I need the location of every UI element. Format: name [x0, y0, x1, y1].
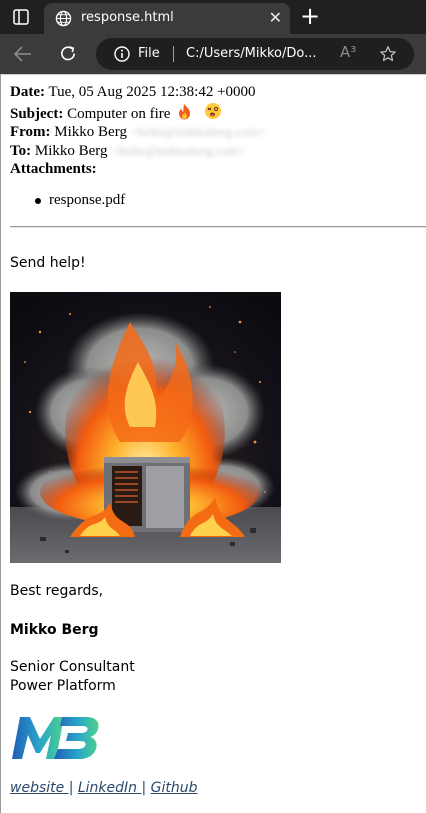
- attachments-row: Attachments:: [10, 160, 265, 179]
- bullet-icon: [35, 198, 41, 204]
- to-label: To:: [10, 142, 32, 159]
- subject-label: Subject:: [10, 105, 64, 122]
- attachment-name[interactable]: response.pdf: [49, 192, 125, 208]
- subject-value: Computer on fire: [67, 105, 171, 122]
- website-link[interactable]: website: [10, 780, 69, 796]
- link-separator: |: [141, 780, 147, 796]
- from-label: From:: [10, 124, 51, 140]
- from-email-redacted: <hello@mikkoberg.com>: [130, 124, 266, 139]
- burning-computer-image: [10, 292, 281, 563]
- url-text[interactable]: C:/Users/Mikko/Do...: [186, 46, 317, 61]
- fire-emoji: [179, 103, 191, 119]
- header-divider: [10, 226, 426, 228]
- date-row: Date: Tue, 05 Aug 2025 12:38:42 +0000: [10, 83, 265, 102]
- email-page: Date: Tue, 05 Aug 2025 12:38:42 +0000 Su…: [0, 74, 426, 813]
- tab-title: response.html: [81, 10, 174, 25]
- globe-icon: [55, 10, 72, 27]
- tab-actions-icon[interactable]: [13, 9, 29, 25]
- to-name: Mikko Berg: [34, 142, 108, 159]
- omnibox-separator: [173, 46, 174, 62]
- info-icon[interactable]: [114, 46, 130, 62]
- attachment-item[interactable]: response.pdf: [35, 192, 125, 209]
- signature-title: Senior Consultant: [10, 659, 135, 675]
- tab-response-html[interactable]: response.html ✕: [44, 3, 290, 34]
- linkedin-link[interactable]: LinkedIn: [78, 780, 142, 796]
- new-tab-button[interactable]: +: [300, 3, 320, 29]
- url-field[interactable]: File C:/Users/Mikko/Do... A³: [96, 38, 414, 70]
- attachment-list: response.pdf: [35, 192, 125, 209]
- from-row: From: Mikko Berg <hello@mikkoberg.com>: [10, 123, 265, 142]
- read-aloud-icon[interactable]: A³: [340, 43, 356, 61]
- attachments-label: Attachments:: [10, 161, 97, 177]
- mb-logo-icon: [12, 717, 99, 759]
- signature-team: Power Platform: [10, 678, 116, 694]
- subject-row: Subject: Computer on fire: [10, 102, 265, 124]
- signature-name: Mikko Berg: [10, 622, 99, 638]
- date-label: Date:: [10, 84, 45, 100]
- arrow-left-icon[interactable]: [13, 45, 33, 63]
- star-icon[interactable]: [379, 45, 397, 63]
- greeting-text: Send help!: [10, 255, 86, 271]
- to-row: To: Mikko Berg <hello@mikkoberg.com>: [10, 142, 265, 161]
- site-info-label[interactable]: File: [138, 46, 160, 61]
- from-name: Mikko Berg: [54, 124, 127, 140]
- link-separator: |: [68, 780, 74, 796]
- date-value: Tue, 05 Aug 2025 12:38:42 +0000: [48, 84, 256, 100]
- to-email-redacted: <hello@mikkoberg.com>: [111, 142, 246, 158]
- email-headers: Date: Tue, 05 Aug 2025 12:38:42 +0000 Su…: [10, 83, 265, 179]
- address-bar: File C:/Users/Mikko/Do... A³: [0, 34, 426, 74]
- tab-strip: response.html ✕ +: [0, 0, 426, 34]
- close-tab-icon[interactable]: ✕: [269, 9, 282, 27]
- dizzy-face-emoji: [204, 102, 221, 119]
- github-link[interactable]: Github: [151, 780, 198, 796]
- reload-icon[interactable]: [59, 44, 78, 63]
- signature-links: website | LinkedIn | Github: [10, 780, 198, 796]
- closing-text: Best regards,: [10, 583, 104, 599]
